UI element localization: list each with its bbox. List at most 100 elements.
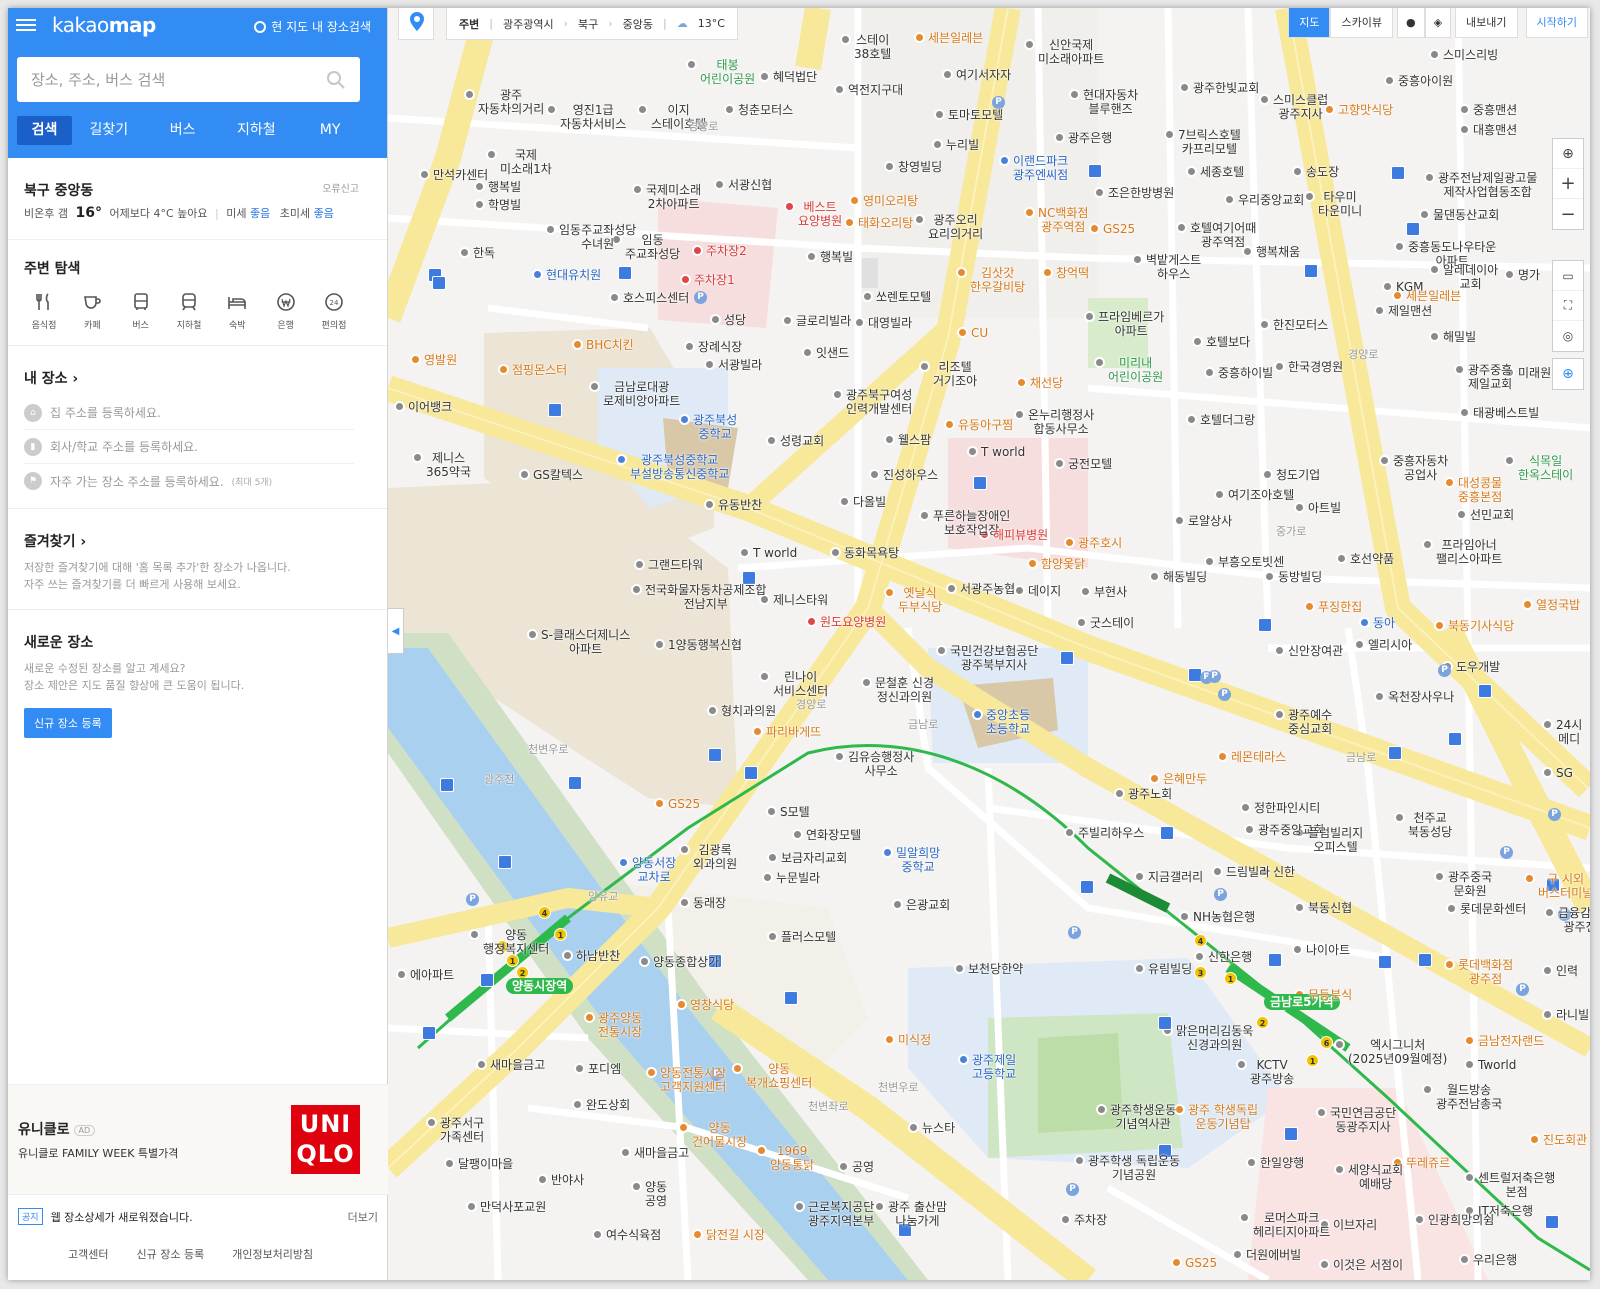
poi-label[interactable]: 부흥오토빗센 [1218, 555, 1284, 569]
subway-exit-icon[interactable]: 1 [1306, 1054, 1319, 1067]
poi-marker-icon[interactable] [1394, 241, 1405, 252]
poi-label[interactable]: GS25 [1185, 1256, 1217, 1270]
poi-label[interactable]: 영창식당 [690, 998, 734, 1012]
poi-label[interactable]: 영미오리탕 [863, 194, 918, 208]
poi-marker-icon[interactable] [1024, 207, 1035, 218]
poi-marker-icon[interactable] [1384, 75, 1395, 86]
poi-marker-icon[interactable] [999, 155, 1010, 166]
poi-label[interactable]: 성령교회 [780, 434, 824, 448]
home-address-row[interactable]: ⌂ 집 주소를 등록하세요. [24, 396, 354, 430]
poi-label[interactable]: Tworld [1478, 1058, 1516, 1072]
poi-marker-icon[interactable] [572, 339, 583, 350]
category-convenience[interactable]: 24 편의점 [314, 292, 354, 331]
subway-exit-icon[interactable]: 4 [538, 906, 551, 919]
poi-marker-icon[interactable] [1464, 1059, 1475, 1070]
poi-marker-icon[interactable] [1171, 1257, 1182, 1268]
poi-marker-icon[interactable] [1316, 1107, 1327, 1118]
poi-marker-icon[interactable] [946, 583, 957, 594]
poi-label[interactable]: 호스피스센터 [623, 291, 689, 305]
poi-marker-icon[interactable] [908, 1122, 919, 1133]
bus-stop-icon[interactable] [618, 266, 632, 280]
skyview-button[interactable]: 스카이뷰 [1330, 8, 1393, 38]
poi-label[interactable]: 광주한빛교회 [1193, 81, 1259, 95]
poi-marker-icon[interactable] [1454, 364, 1465, 375]
poi-label[interactable]: 1969 양동통닭 [770, 1144, 814, 1172]
poi-label[interactable]: 여수식육점 [606, 1228, 661, 1242]
subway-exit-icon[interactable]: 6 [1320, 1036, 1333, 1049]
poi-marker-icon[interactable] [972, 709, 983, 720]
poi-marker-icon[interactable] [759, 671, 770, 682]
poi-label[interactable]: 포디엠 [588, 1062, 621, 1076]
poi-marker-icon[interactable] [1459, 407, 1470, 418]
bus-stop-icon[interactable] [1080, 880, 1094, 894]
tab-directions[interactable]: 길찾기 [72, 116, 146, 145]
poi-marker-icon[interactable] [1174, 515, 1185, 526]
poi-label[interactable]: 호텔여기어때 광주역점 [1190, 221, 1256, 249]
poi-marker-icon[interactable] [1224, 194, 1235, 205]
poi-label[interactable]: 토마토모텔 [948, 108, 1003, 122]
poi-label[interactable]: 광주전남제일광고물 제작사업협동조합 [1438, 171, 1537, 199]
poi-marker-icon[interactable] [639, 956, 650, 967]
poi-marker-icon[interactable] [1069, 89, 1080, 100]
poi-marker-icon[interactable] [1246, 1157, 1257, 1168]
poi-marker-icon[interactable] [914, 214, 925, 225]
poi-label[interactable]: 해밀빌 [1443, 330, 1476, 344]
poi-label[interactable]: 타우미 타운미니 [1318, 190, 1362, 218]
poi-marker-icon[interactable] [1094, 357, 1105, 368]
poi-marker-icon[interactable] [954, 963, 965, 974]
poi-label[interactable]: 서광주농협 [960, 582, 1015, 596]
poi-label[interactable]: 새마을금고 [490, 1058, 545, 1072]
poi-label[interactable]: 북동기사식당 [1448, 619, 1514, 633]
poi-label[interactable]: 함양옻닭 [1041, 557, 1085, 571]
poi-marker-icon[interactable] [884, 1034, 895, 1045]
poi-marker-icon[interactable] [1334, 1039, 1345, 1050]
poi-marker-icon[interactable] [609, 292, 620, 303]
poi-label[interactable]: 광주노회 [1128, 787, 1172, 801]
poi-label[interactable]: 월드방송 광주전남총국 [1436, 1083, 1502, 1111]
poi-label[interactable]: 북동신협 [1308, 901, 1352, 915]
parking-icon[interactable]: P [1068, 926, 1081, 939]
poi-marker-icon[interactable] [1422, 539, 1433, 550]
poi-marker-icon[interactable] [1214, 489, 1225, 500]
poi-label[interactable]: 쏘렌토모텔 [876, 290, 931, 304]
poi-label[interactable]: 데이지 [1028, 584, 1061, 598]
poi-label[interactable]: 롯데백화점 광주점 [1458, 958, 1513, 986]
poi-marker-icon[interactable] [631, 1181, 642, 1192]
bus-stop-icon[interactable] [1378, 955, 1392, 969]
poi-marker-icon[interactable] [830, 547, 841, 558]
poi-marker-icon[interactable] [545, 224, 556, 235]
bus-stop-icon[interactable] [422, 1026, 436, 1040]
frequent-address-row[interactable]: ⚑ 자주 가는 장소 주소를 등록하세요. (최대 5개) [24, 464, 354, 498]
poi-label[interactable]: 광주북성 중학교 [693, 413, 737, 441]
poi-label[interactable]: 신안국제 미소래아파트 [1038, 38, 1104, 66]
poi-label[interactable]: 글로리빌라 [796, 314, 851, 328]
parking-icon[interactable]: P [466, 893, 479, 906]
poi-label[interactable]: 여기조아호텔 [1228, 488, 1294, 502]
poi-label[interactable]: 주차장 [1074, 1213, 1107, 1227]
poi-label[interactable]: 원도요양병원 [820, 615, 886, 629]
poi-marker-icon[interactable] [1186, 166, 1197, 177]
poi-label[interactable]: 양동 행정복지센터 [483, 928, 549, 956]
poi-label[interactable]: 완도상회 [586, 1098, 630, 1112]
poi-marker-icon[interactable] [1394, 812, 1405, 823]
poi-label[interactable]: 점핑몬스터 [512, 363, 567, 377]
category-restaurant[interactable]: 음식점 [24, 292, 64, 331]
poi-label[interactable]: 호텔보다 [1206, 335, 1250, 349]
poi-marker-icon[interactable] [767, 852, 778, 863]
search-icon[interactable] [326, 70, 346, 90]
poi-label[interactable]: 금남전자랜드 [1478, 1034, 1544, 1048]
poi-marker-icon[interactable] [1074, 1155, 1085, 1166]
poi-label[interactable]: 누리빌 [946, 138, 979, 152]
poi-marker-icon[interactable] [792, 829, 803, 840]
poi-label[interactable]: 스테이 38호텔 [854, 33, 891, 61]
zoom-out-button[interactable]: − [1553, 199, 1583, 229]
poi-label[interactable]: 호텔더그랑 [1200, 413, 1255, 427]
poi-label[interactable]: 보금자리교회 [781, 851, 847, 865]
poi-label[interactable]: 에아파트 [410, 968, 454, 982]
pin-icon[interactable]: ● [1396, 8, 1425, 38]
poi-marker-icon[interactable] [919, 510, 930, 521]
poi-label[interactable]: 만덕사포교원 [480, 1200, 546, 1214]
poi-label[interactable]: 행복빌 [820, 250, 853, 264]
poi-marker-icon[interactable] [1504, 455, 1515, 466]
poi-label[interactable]: 로얄상사 [1188, 514, 1232, 528]
